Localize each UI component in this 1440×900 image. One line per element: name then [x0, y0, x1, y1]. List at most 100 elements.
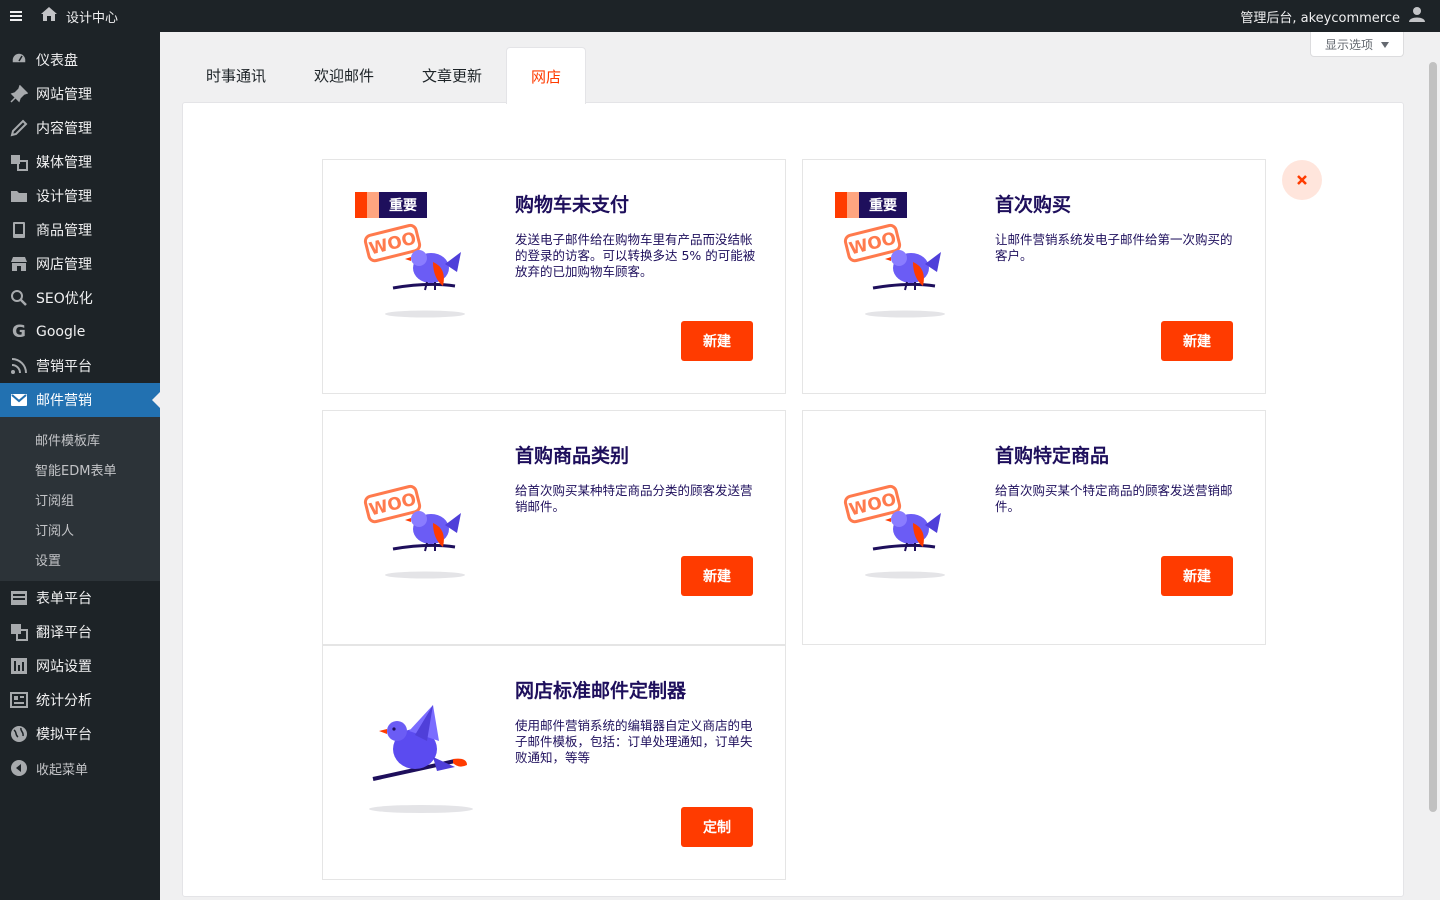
sidebar-item-label: 统计分析: [36, 693, 92, 709]
globe-icon: [9, 724, 29, 744]
store-icon: [9, 254, 29, 274]
media-icon: [9, 152, 29, 172]
hamburger-menu-icon[interactable]: [0, 0, 32, 32]
sidebar-item-label: 网站管理: [36, 87, 92, 103]
screen-options-button[interactable]: 显示选项: [1309, 32, 1404, 57]
card-description: 给首次购买某个特定商品的顾客发送营销邮件。: [995, 483, 1233, 514]
book-icon: [9, 220, 29, 240]
close-icon: [1296, 171, 1308, 190]
site-home-link[interactable]: 设计中心: [32, 0, 126, 32]
sidebar-item-forms[interactable]: 表单平台: [0, 581, 160, 615]
sidebar-item-site[interactable]: 网站管理: [0, 77, 160, 111]
create-abandoned-cart-button[interactable]: 新建: [681, 321, 753, 361]
tab-welcome-email[interactable]: 欢迎邮件: [290, 47, 398, 103]
card-abandoned-cart: 重要 WOO 购物车未支付 发送电子邮件给在购物车里有产品而没结帐的登录的访客。…: [322, 159, 786, 394]
create-first-purchase-category-button[interactable]: 新建: [681, 556, 753, 596]
card-title: 首购商品类别: [515, 445, 630, 467]
sidebar-item-products[interactable]: 商品管理: [0, 213, 160, 247]
submenu-item-edm-forms[interactable]: 智能EDM表单: [0, 454, 160, 484]
woo-bird-illustration: WOO: [363, 484, 465, 579]
card-first-purchase-product: WOO 首购特定商品 给首次购买某个特定商品的顾客发送营销邮件。 新建: [802, 410, 1266, 645]
card-title: 首次购买: [995, 194, 1072, 216]
sidebar-item-google[interactable]: G Google: [0, 315, 160, 349]
scrollbar-thumb[interactable]: [1429, 62, 1437, 812]
card-first-purchase: 重要 WOO 首次购买 让邮件营销系统发电子邮件给第一次购买的客户。 新建: [802, 159, 1266, 394]
sidebar-item-label: 网站设置: [36, 659, 92, 675]
submenu-item-settings[interactable]: 设置: [0, 544, 160, 574]
page-scrollbar[interactable]: [1426, 32, 1440, 900]
sidebar-item-store[interactable]: 网店管理: [0, 247, 160, 281]
card-title: 网店标准邮件定制器: [515, 680, 687, 702]
sidebar-item-label: 仪表盘: [36, 53, 78, 69]
sidebar-item-label: 邮件营销: [36, 393, 92, 409]
form-icon: [9, 588, 29, 608]
email-type-tabs: 时事通讯 欢迎邮件 文章更新 网店: [182, 47, 587, 104]
sidebar-item-marketing[interactable]: 营销平台: [0, 349, 160, 383]
sidebar-item-seo[interactable]: SEO优化: [0, 281, 160, 315]
sidebar-item-label: 设计管理: [36, 189, 92, 205]
sidebar-item-analytics[interactable]: 统计分析: [0, 683, 160, 717]
user-avatar-icon: [1408, 5, 1426, 27]
sidebar-item-label: 表单平台: [36, 591, 92, 607]
settings-icon: [9, 656, 29, 676]
card-description: 使用邮件营销系统的编辑器自定义商店的电子邮件模板，包括：订单处理通知，订单失败通…: [515, 718, 753, 765]
sidebar-item-site-settings[interactable]: 网站设置: [0, 649, 160, 683]
sidebar-item-label: 媒体管理: [36, 155, 92, 171]
woo-bird-illustration: WOO: [363, 223, 465, 318]
woo-bird-illustration: WOO: [843, 484, 945, 579]
sidebar-item-media[interactable]: 媒体管理: [0, 145, 160, 179]
email-icon: [9, 390, 29, 410]
card-title: 首购特定商品: [995, 445, 1110, 467]
sidebar-item-simulation[interactable]: 模拟平台: [0, 717, 160, 751]
folder-icon: [9, 186, 29, 206]
google-icon: G: [12, 322, 26, 342]
home-icon: [40, 6, 58, 26]
tab-store[interactable]: 网店: [506, 47, 587, 104]
sidebar-item-email-marketing[interactable]: 邮件营销: [0, 383, 160, 417]
sidebar-item-label: 内容管理: [36, 121, 92, 137]
dismiss-button[interactable]: [1282, 160, 1322, 200]
sidebar-item-dashboard[interactable]: 仪表盘: [0, 43, 160, 77]
bird-with-brush-illustration: [369, 705, 473, 813]
submenu-item-template-library[interactable]: 邮件模板库: [0, 424, 160, 454]
card-description: 让邮件营销系统发电子邮件给第一次购买的客户。: [995, 232, 1233, 263]
sidebar-item-design[interactable]: 设计管理: [0, 179, 160, 213]
create-first-purchase-button[interactable]: 新建: [1161, 321, 1233, 361]
screen-options-label: 显示选项: [1324, 37, 1373, 52]
sidebar-item-label: 网店管理: [36, 257, 92, 273]
sidebar-item-label: 营销平台: [36, 359, 92, 375]
email-marketing-submenu: 邮件模板库 智能EDM表单 订阅组 订阅人 设置: [0, 417, 160, 581]
collapse-menu-button[interactable]: 收起菜单: [0, 751, 160, 785]
sidebar-item-label: 翻译平台: [36, 625, 92, 641]
card-store-email-customizer: 网店标准邮件定制器 使用邮件营销系统的编辑器自定义商店的电子邮件模板，包括：订单…: [322, 645, 786, 880]
dashboard-icon: [9, 50, 29, 70]
sidebar-item-content[interactable]: 内容管理: [0, 111, 160, 145]
caret-down-icon: [1381, 37, 1389, 51]
rss-icon: [9, 356, 29, 376]
card-description: 发送电子邮件给在购物车里有产品而没结帐的登录的访客。可以转换多达 5% 的可能被…: [515, 232, 756, 279]
create-first-purchase-product-button[interactable]: 新建: [1161, 556, 1233, 596]
sidebar-item-label: SEO优化: [36, 291, 93, 307]
submenu-item-subscribers[interactable]: 订阅人: [0, 514, 160, 544]
tab-newsletter[interactable]: 时事通讯: [182, 47, 290, 103]
card-description: 给首次购买某种特定商品分类的顾客发送营销邮件。: [515, 483, 753, 514]
customize-store-emails-button[interactable]: 定制: [681, 807, 753, 847]
woo-bird-illustration: WOO: [843, 223, 945, 318]
collapse-menu-label: 收起菜单: [36, 762, 89, 778]
submenu-item-subscription-groups[interactable]: 订阅组: [0, 484, 160, 514]
sidebar-item-translate[interactable]: 翻译平台: [0, 615, 160, 649]
admin-bar: 设计中心 管理后台, akeycommerce: [0, 0, 1440, 32]
store-emails-panel: 重要 WOO 购物车未支付 发送电子邮件给在购物车里有产品而没结帐的登录的访客。…: [182, 102, 1404, 897]
sidebar-item-label: Google: [36, 324, 86, 340]
pin-icon: [9, 84, 29, 104]
analytics-icon: [9, 690, 29, 710]
card-first-purchase-category: WOO 首购商品类别 给首次购买某种特定商品分类的顾客发送营销邮件。 新建: [322, 410, 786, 645]
admin-sidebar: 仪表盘 网站管理 内容管理 媒体管理 设计管理 商品管理 网店管理 SEO优化 …: [0, 32, 160, 900]
pencil-icon: [9, 118, 29, 138]
main-content: 显示选项 时事通讯 欢迎邮件 文章更新 网店 重要 WOO 购物车未支付 发送电…: [160, 32, 1426, 900]
sidebar-item-label: 模拟平台: [36, 727, 92, 743]
tab-post-update[interactable]: 文章更新: [398, 47, 506, 103]
account-menu[interactable]: 管理后台, akeycommerce: [1240, 0, 1440, 32]
account-label: 管理后台, akeycommerce: [1240, 10, 1400, 26]
card-title: 购物车未支付: [515, 194, 630, 216]
